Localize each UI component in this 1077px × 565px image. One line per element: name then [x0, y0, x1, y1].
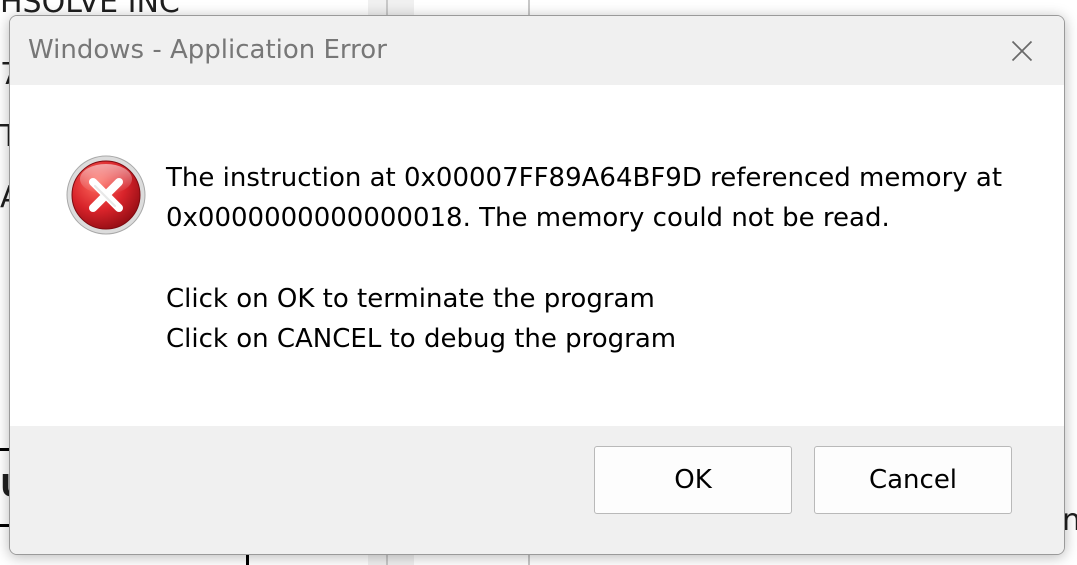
- background-border: [0, 448, 9, 451]
- error-icon: [65, 154, 147, 236]
- instruction-line: Click on OK to terminate the program: [166, 284, 655, 314]
- background-border: [0, 524, 9, 527]
- error-message: The instruction at 0x00007FF89A64BF9D re…: [166, 158, 1046, 359]
- ok-button[interactable]: OK: [594, 446, 792, 514]
- instruction-line: Click on CANCEL to debug the program: [166, 324, 677, 354]
- application-error-dialog: Windows - Application Error The instruct…: [9, 15, 1065, 555]
- close-button[interactable]: [980, 16, 1064, 85]
- dialog-titlebar[interactable]: Windows - Application Error: [10, 16, 1064, 85]
- dialog-button-bar: OK Cancel: [10, 426, 1064, 554]
- error-message-line: 0x0000000000000018. The memory could not…: [166, 203, 890, 233]
- dialog-content: The instruction at 0x00007FF89A64BF9D re…: [10, 85, 1064, 426]
- cancel-button[interactable]: Cancel: [814, 446, 1012, 514]
- close-icon: [1011, 40, 1033, 62]
- error-message-line: The instruction at 0x00007FF89A64BF9D re…: [166, 163, 1003, 193]
- dialog-title: Windows - Application Error: [28, 35, 387, 65]
